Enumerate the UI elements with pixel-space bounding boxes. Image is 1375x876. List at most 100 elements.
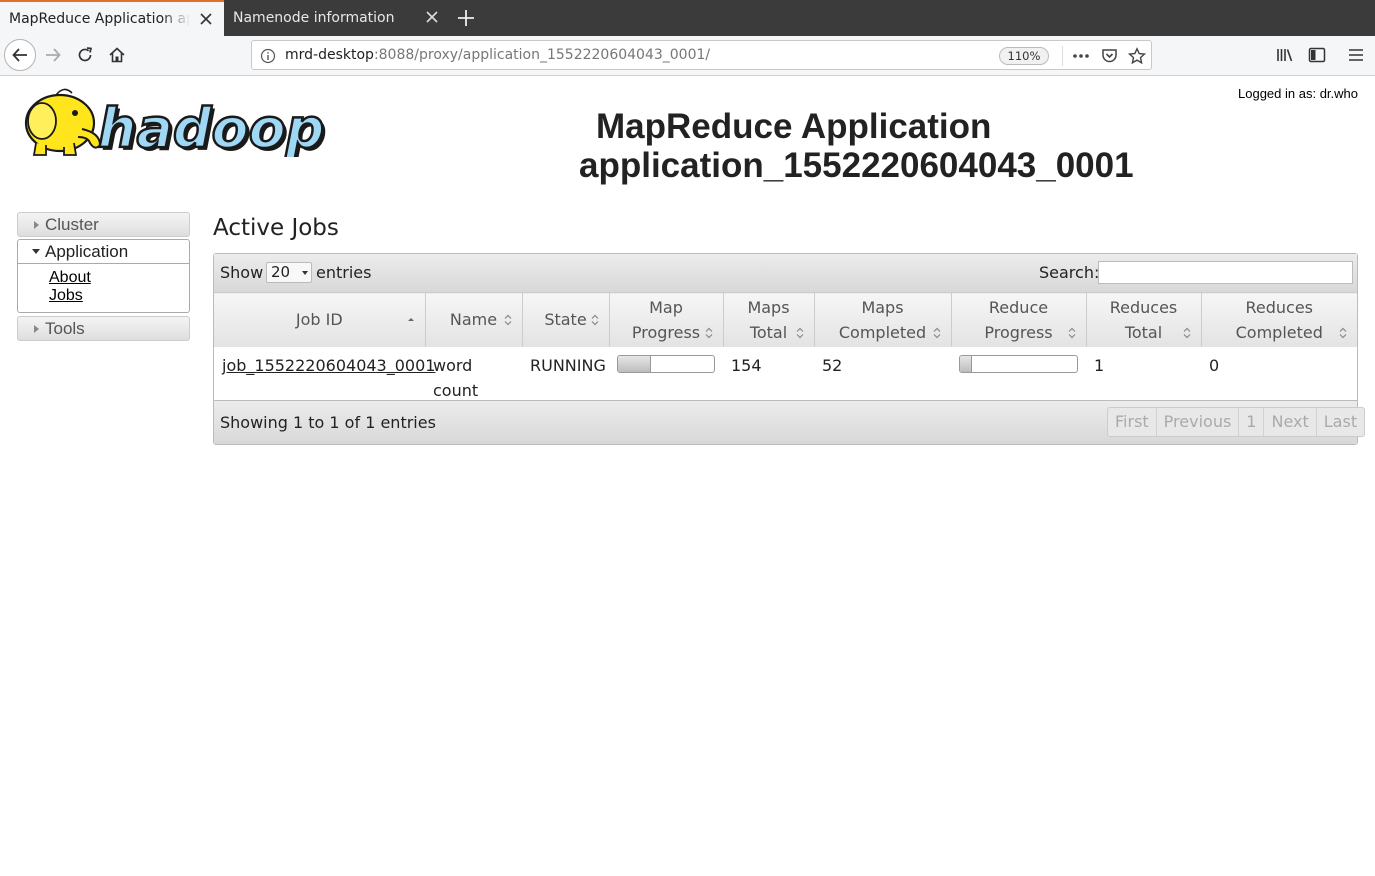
url-text[interactable]: mrd-desktop:8088/proxy/application_15522… xyxy=(285,47,710,63)
page-actions-icon[interactable] xyxy=(1072,47,1090,65)
sidebar-item-cluster[interactable]: Cluster xyxy=(17,212,190,237)
table-footer: Showing 1 to 1 of 1 entries First Previo… xyxy=(214,400,1366,444)
page-title-line1: MapReduce Application xyxy=(596,107,992,146)
url-bar[interactable]: mrd-desktop:8088/proxy/application_15522… xyxy=(251,40,1152,70)
caret-right-icon xyxy=(34,221,39,229)
hadoop-logo[interactable]: hadoop hadoop xyxy=(18,85,344,157)
url-path: :8088/proxy/application_1552220604043_00… xyxy=(373,47,711,63)
site-info-icon[interactable] xyxy=(260,48,276,64)
search-input[interactable] xyxy=(1098,261,1353,284)
column-header-job-id[interactable]: Job ID xyxy=(214,292,426,347)
close-tab-icon[interactable] xyxy=(424,9,440,25)
cell-name: word count xyxy=(425,346,522,403)
library-icon xyxy=(1277,49,1293,62)
map-progress-bar xyxy=(617,354,715,373)
show-label: Show xyxy=(220,263,264,282)
column-header-reduces-completed[interactable]: Reduces Completed xyxy=(1201,292,1357,347)
bookmark-star-icon[interactable] xyxy=(1128,47,1146,65)
column-header-reduce-progress[interactable]: Reduce Progress xyxy=(951,292,1087,347)
sort-both-icon xyxy=(591,314,598,326)
caret-right-icon xyxy=(34,325,39,333)
page-title: MapReduce Application application_155222… xyxy=(560,107,1180,185)
sidebar-section-application: Application About Jobs xyxy=(17,239,190,313)
table-row: job_1552220604043_0001 word count RUNNIN… xyxy=(214,346,1357,403)
menu-button[interactable] xyxy=(1340,36,1372,74)
section-heading: Active Jobs xyxy=(213,215,339,241)
caret-down-icon xyxy=(32,249,40,254)
reload-button[interactable] xyxy=(69,36,101,74)
sort-both-icon xyxy=(796,327,803,338)
pagination-page-1[interactable]: 1 xyxy=(1239,408,1265,436)
cell-maps-total: 154 xyxy=(723,346,814,403)
cell-maps-completed: 52 xyxy=(814,346,951,403)
sidebar-nav: Cluster Application About Jobs Tools xyxy=(17,212,190,341)
cell-reduce-progress xyxy=(951,346,1086,403)
table-header-row: Job ID Name State Map Progress Maps Tota… xyxy=(214,292,1357,347)
map-progress-fill xyxy=(618,355,651,372)
page-size-select[interactable]: 20 xyxy=(266,262,312,283)
sidebar-item-application[interactable]: Application xyxy=(18,240,189,264)
sidebar-item-label: Tools xyxy=(45,318,85,338)
pocket-icon[interactable] xyxy=(1100,47,1118,65)
cell-job-id: job_1552220604043_0001 xyxy=(214,346,435,403)
cell-state: RUNNING xyxy=(522,346,609,403)
jobs-table-wrapper: Show 20 entries Search: Job ID Name Stat… xyxy=(213,253,1366,445)
library-button[interactable] xyxy=(1269,36,1301,74)
cell-reduces-total: 1 xyxy=(1086,346,1201,403)
new-tab-icon[interactable] xyxy=(456,8,476,28)
search-label: Search: xyxy=(1039,263,1100,282)
url-host: mrd-desktop xyxy=(285,47,374,63)
column-header-reduces-total[interactable]: Reduces Total xyxy=(1086,292,1202,347)
sidebar-icon xyxy=(1308,47,1326,63)
logged-in-user: Logged in as: dr.who xyxy=(1238,86,1358,101)
page-title-application-id: application_1552220604043_0001 xyxy=(579,146,1134,185)
pagination: First Previous 1 Next Last xyxy=(1107,407,1366,437)
pagination-last[interactable]: Last xyxy=(1317,408,1364,436)
column-header-name[interactable]: Name xyxy=(425,292,523,347)
sidebar-link-jobs[interactable]: Jobs xyxy=(49,287,83,304)
browser-tab-bar: MapReduce Application application_155222… xyxy=(0,0,1375,36)
entries-label: entries xyxy=(316,263,372,282)
jobs-table: Job ID Name State Map Progress Maps Tota… xyxy=(214,292,1357,403)
pagination-next[interactable]: Next xyxy=(1264,408,1317,436)
page-content: hadoop hadoop Logged in as: dr.who MapRe… xyxy=(0,77,1375,876)
reduce-progress-fill xyxy=(960,355,972,372)
home-button[interactable] xyxy=(101,36,133,74)
cell-map-progress xyxy=(609,346,723,403)
sidebar-item-tools[interactable]: Tools xyxy=(17,316,190,341)
hamburger-menu-icon xyxy=(1349,49,1363,61)
reload-icon xyxy=(78,47,93,62)
tab-mapreduce-application[interactable]: MapReduce Application application_155222… xyxy=(0,0,224,36)
column-header-state[interactable]: State xyxy=(522,292,610,347)
sidebar-toggle-button[interactable] xyxy=(1301,36,1333,74)
sort-both-icon xyxy=(1339,327,1347,338)
sort-both-icon xyxy=(504,314,511,326)
sidebar-link-about[interactable]: About xyxy=(49,269,91,286)
tab-namenode-information[interactable]: Namenode information xyxy=(224,0,450,36)
pagination-first[interactable]: First xyxy=(1108,408,1157,436)
column-header-maps-completed[interactable]: Maps Completed xyxy=(814,292,952,347)
back-button[interactable] xyxy=(4,39,36,71)
sort-both-icon xyxy=(933,327,940,338)
sidebar-item-label: Cluster xyxy=(45,214,99,234)
dropdown-arrow-icon xyxy=(302,271,308,275)
column-header-map-progress[interactable]: Map Progress xyxy=(609,292,724,347)
cell-reduces-completed: 0 xyxy=(1201,346,1357,403)
tab-title: MapReduce Application application_155222… xyxy=(9,11,190,27)
showing-entries-info: Showing 1 to 1 of 1 entries xyxy=(220,413,436,432)
home-icon xyxy=(109,47,125,63)
forward-button[interactable] xyxy=(37,36,69,74)
svg-text:hadoop: hadoop xyxy=(98,97,324,157)
sidebar-item-label: Application xyxy=(45,241,129,261)
column-header-maps-total[interactable]: Maps Total xyxy=(723,292,815,347)
page-size-value: 20 xyxy=(271,263,291,281)
job-id-link[interactable]: job_1552220604043_0001 xyxy=(222,356,435,375)
sort-both-icon xyxy=(1183,327,1190,338)
url-separator xyxy=(1062,46,1063,66)
forward-arrow-icon xyxy=(46,48,61,62)
back-arrow-icon xyxy=(12,48,27,62)
close-tab-icon[interactable] xyxy=(198,11,214,27)
zoom-level-badge[interactable]: 110% xyxy=(999,47,1049,65)
sort-both-icon xyxy=(1068,327,1075,338)
pagination-previous[interactable]: Previous xyxy=(1157,408,1240,436)
